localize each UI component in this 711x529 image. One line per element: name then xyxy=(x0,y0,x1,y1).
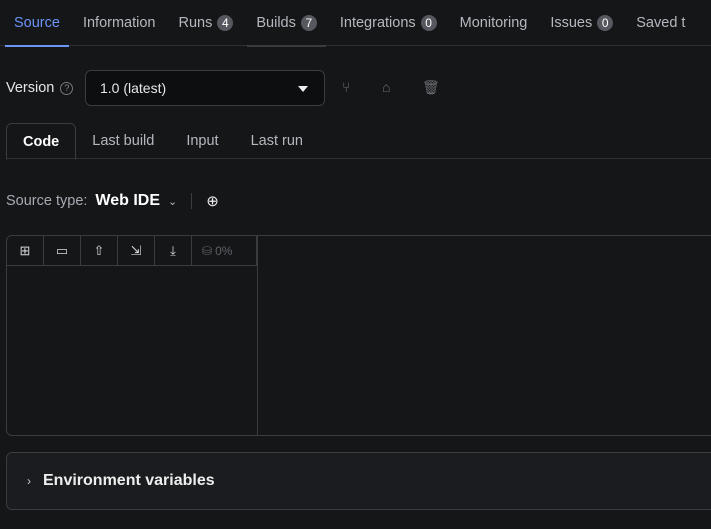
main-tabs: Source Information Runs 4 Builds 7 Integra… xyxy=(0,0,711,47)
tab-issues[interactable]: Issues 0 xyxy=(541,0,622,46)
environment-variables-section[interactable]: › Environment variables xyxy=(6,452,711,510)
download-circle-icon[interactable]: ⊕ xyxy=(206,192,219,210)
storage-percent: 0% xyxy=(215,243,233,258)
subtab-input[interactable]: Input xyxy=(170,123,234,158)
version-select[interactable]: 1.0 (latest) xyxy=(85,70,325,106)
count-badge: 0 xyxy=(597,15,614,31)
tab-runs[interactable]: Runs 4 xyxy=(170,0,243,46)
source-type-label: Source type: xyxy=(6,193,88,209)
upload-file-icon[interactable]: ⇧ xyxy=(81,236,118,265)
tab-monitoring[interactable]: Monitoring xyxy=(451,0,537,46)
tab-label: Builds xyxy=(256,15,296,31)
tab-information[interactable]: Information xyxy=(74,0,165,46)
tab-label: Monitoring xyxy=(459,15,528,31)
tab-label: Information xyxy=(82,15,156,31)
git-branch-icon[interactable]: ⑂ xyxy=(342,79,350,95)
tab-saved[interactable]: Saved t xyxy=(627,0,694,46)
panel-divider[interactable] xyxy=(257,236,258,435)
version-row: Version ? 1.0 (latest) ⑂ ⌂ 🗑 xyxy=(6,70,440,106)
tab-source[interactable]: Source xyxy=(5,0,69,47)
count-badge: 0 xyxy=(420,15,437,31)
subtab-last-build[interactable]: Last build xyxy=(76,123,170,158)
tab-label: Saved t xyxy=(636,15,686,31)
tab-integrations[interactable]: Integrations 0 xyxy=(331,0,446,46)
version-value: 1.0 (latest) xyxy=(100,80,167,96)
divider xyxy=(191,193,193,209)
web-ide: ⊞ ▭ ⇧ ⇲ ⤓ ⛁ 0% xyxy=(6,235,711,436)
chevron-down-icon[interactable]: ⌄ xyxy=(168,195,177,208)
new-file-icon[interactable]: ⊞ xyxy=(7,236,44,265)
storage-usage: ⛁ 0% xyxy=(192,236,232,265)
tab-label: Integrations xyxy=(339,15,416,31)
code-subtabs: Code Last build Input Last run xyxy=(6,123,711,160)
subtab-last-run[interactable]: Last run xyxy=(235,123,319,158)
tag-icon[interactable]: ⌂ xyxy=(382,79,390,95)
help-icon[interactable]: ? xyxy=(60,81,74,95)
import-file-icon[interactable]: ⇲ xyxy=(118,236,155,265)
caret-down-icon xyxy=(298,86,308,92)
tab-label: Issues xyxy=(550,15,593,31)
tab-label: Source xyxy=(14,15,60,31)
trash-icon[interactable]: 🗑 xyxy=(422,79,440,96)
subtab-code[interactable]: Code xyxy=(6,123,77,160)
section-title: Environment variables xyxy=(43,472,215,489)
source-type-row: Source type: Web IDE ⌄ ⊕ xyxy=(6,190,219,212)
new-folder-icon[interactable]: ▭ xyxy=(44,236,81,265)
source-type-select[interactable]: Web IDE xyxy=(95,192,160,210)
count-badge: 4 xyxy=(217,15,234,31)
database-icon: ⛁ xyxy=(202,243,213,258)
count-badge: 7 xyxy=(300,15,317,31)
chevron-right-icon: › xyxy=(27,474,31,488)
download-icon[interactable]: ⤓ xyxy=(155,236,192,265)
version-label: Version xyxy=(6,80,55,96)
file-toolbar: ⊞ ▭ ⇧ ⇲ ⤓ ⛁ 0% xyxy=(7,236,257,266)
tab-label: Runs xyxy=(178,15,213,31)
tab-builds[interactable]: Builds 7 xyxy=(247,0,326,47)
